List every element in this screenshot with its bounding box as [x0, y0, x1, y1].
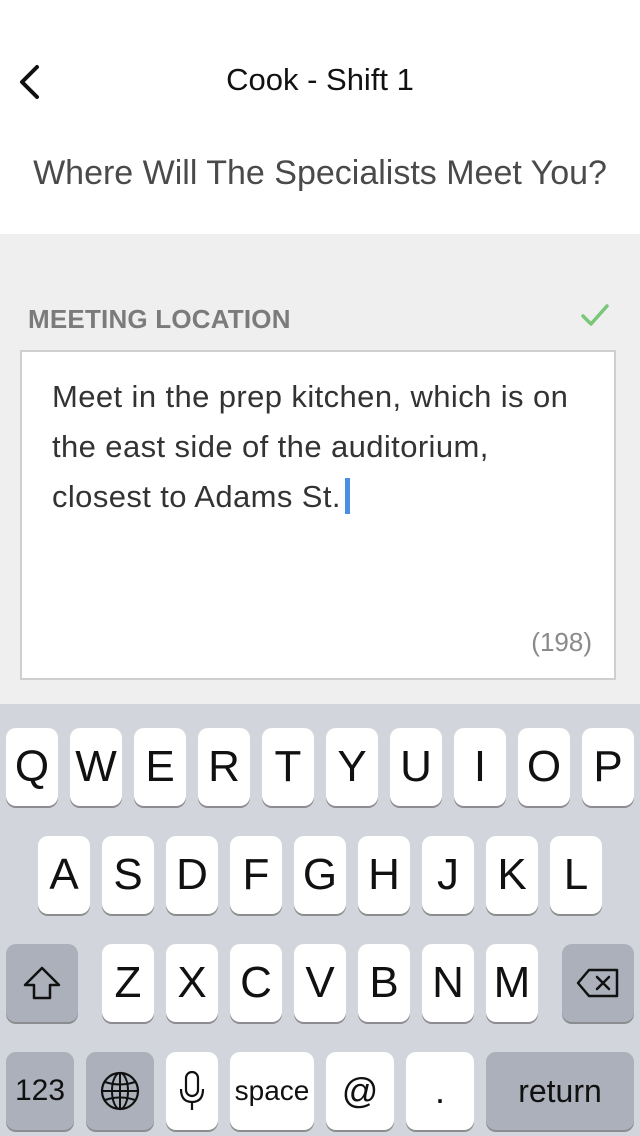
at-key[interactable]: @ [326, 1052, 394, 1130]
key-y[interactable]: Y [326, 728, 378, 806]
key-t[interactable]: T [262, 728, 314, 806]
key-s[interactable]: S [102, 836, 154, 914]
character-count: (198) [531, 627, 592, 657]
shift-key[interactable] [6, 944, 78, 1022]
keyboard: Q W E R T Y U I O P A S D F G H J K L Z … [0, 704, 640, 1136]
numbers-key[interactable]: 123 [6, 1052, 74, 1130]
key-v[interactable]: V [294, 944, 346, 1022]
microphone-icon [179, 1070, 205, 1110]
shift-icon [23, 966, 61, 1000]
textarea-value: Meet in the prep kitchen, which is on th… [52, 379, 569, 514]
key-w[interactable]: W [70, 728, 122, 806]
microphone-key[interactable] [166, 1052, 218, 1130]
key-n[interactable]: N [422, 944, 474, 1022]
space-key[interactable]: space [230, 1052, 314, 1130]
backspace-icon [576, 968, 619, 998]
key-e[interactable]: E [134, 728, 186, 806]
key-r[interactable]: R [198, 728, 250, 806]
key-m[interactable]: M [486, 944, 538, 1022]
return-key[interactable]: return [486, 1052, 634, 1130]
key-j[interactable]: J [422, 836, 474, 914]
meeting-location-textarea[interactable]: Meet in the prep kitchen, which is on th… [20, 350, 616, 680]
key-c[interactable]: C [230, 944, 282, 1022]
key-i[interactable]: I [454, 728, 506, 806]
key-p[interactable]: P [582, 728, 634, 806]
key-b[interactable]: B [358, 944, 410, 1022]
key-z[interactable]: Z [102, 944, 154, 1022]
backspace-key[interactable] [562, 944, 634, 1022]
key-k[interactable]: K [486, 836, 538, 914]
meeting-location-label: MEETING LOCATION [28, 304, 291, 334]
page-subtitle: Where Will The Specialists Meet You? [33, 154, 607, 192]
globe-icon [100, 1071, 140, 1111]
key-a[interactable]: A [38, 836, 90, 914]
globe-key[interactable] [86, 1052, 154, 1130]
key-f[interactable]: F [230, 836, 282, 914]
period-key[interactable]: . [406, 1052, 474, 1130]
key-d[interactable]: D [166, 836, 218, 914]
page-title: Cook - Shift 1 [226, 62, 414, 97]
checkmark-icon [581, 304, 609, 326]
navigation-bar: Cook - Shift 1 Where Will The Specialist… [0, 0, 640, 192]
key-l[interactable]: L [550, 836, 602, 914]
key-x[interactable]: X [166, 944, 218, 1022]
key-u[interactable]: U [390, 728, 442, 806]
key-h[interactable]: H [358, 836, 410, 914]
key-o[interactable]: O [518, 728, 570, 806]
key-g[interactable]: G [294, 836, 346, 914]
text-cursor [344, 478, 350, 514]
key-q[interactable]: Q [6, 728, 58, 806]
form-section: MEETING LOCATION Meet in the prep kitche… [0, 234, 640, 704]
